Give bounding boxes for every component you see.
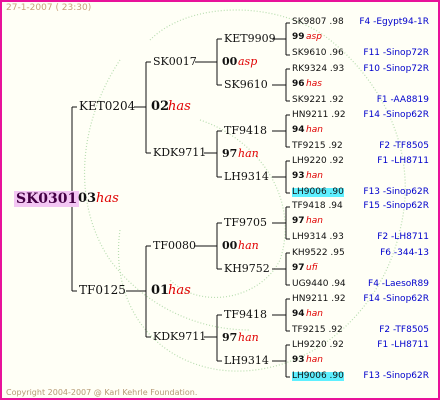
gen4-year: 99 — [292, 32, 305, 42]
dam-id[interactable]: TF0125 — [79, 284, 126, 296]
gen4-dam-line: han — [306, 309, 323, 319]
population-label: F6 -344-13 — [380, 248, 429, 258]
gen3-id[interactable]: TF9705 — [224, 217, 267, 228]
gen2-id[interactable]: KDK9711 — [153, 331, 206, 342]
gen3-id[interactable]: SK9610 — [224, 79, 268, 90]
gen3-year: 00 — [222, 55, 238, 68]
gen3-dam-line: han — [238, 239, 259, 252]
gen4-dam-line: asp — [306, 32, 322, 42]
gen3-id[interactable]: KET9909 — [224, 33, 276, 44]
gen3-id[interactable]: KH9752 — [224, 263, 270, 274]
population-label: F15 -Sinop62R — [363, 201, 429, 211]
gen4-dam-line: ufi — [306, 263, 318, 273]
population-label: F2 -LH8711 — [377, 232, 429, 242]
root-queen-id[interactable]: SK0301 — [14, 191, 80, 207]
root-year: 03 — [78, 191, 97, 206]
gen3-year: 00 — [222, 239, 238, 252]
gen2-id[interactable]: TF0080 — [153, 240, 196, 251]
population-label: F2 -TF8505 — [379, 325, 429, 335]
gen3-year: 97 — [222, 147, 238, 160]
timestamp: 27-1-2007 ( 23:30) — [6, 3, 92, 13]
gen4-year: 94 — [292, 125, 305, 135]
gen4-dam-line: has — [306, 79, 322, 89]
gen4-dam-line: han — [306, 171, 323, 181]
gen2-id[interactable]: SK0017 — [153, 56, 197, 67]
gen4-year: 94 — [292, 309, 305, 319]
gen2-dam-line: has — [168, 283, 191, 298]
population-label: F1 -LH8711 — [377, 156, 429, 166]
gen3-id[interactable]: TF9418 — [224, 125, 267, 136]
copyright-footer: Copyright 2004-2007 @ Karl Kehrle Founda… — [6, 388, 198, 397]
gen4-year: 97 — [292, 216, 305, 226]
gen3-dam-line: han — [238, 147, 259, 160]
gen4-year: 93 — [292, 171, 305, 181]
population-label: F10 -Sinop72R — [363, 64, 429, 74]
population-label: F4 -Egypt94-1R — [359, 17, 429, 27]
population-label: F14 -Sinop62R — [363, 110, 429, 120]
gen2-id[interactable]: KDK9711 — [153, 147, 206, 158]
population-label: F14 -Sinop62R — [363, 294, 429, 304]
gen4-year: 96 — [292, 79, 305, 89]
gen3-dam-line: han — [238, 331, 259, 344]
gen3-id[interactable]: LH9314 — [224, 355, 269, 366]
population-label: F11 -Sinop72R — [363, 48, 429, 58]
gen3-id[interactable]: TF9418 — [224, 309, 267, 320]
population-label: F4 -LaesoR89 — [368, 279, 429, 289]
gen3-year: 97 — [222, 331, 238, 344]
gen4-year: 97 — [292, 263, 305, 273]
gen2-dam-line: has — [168, 99, 191, 114]
population-label: F13 -Sinop62R — [363, 187, 429, 197]
gen2-year: 01 — [151, 283, 170, 298]
population-label: F1 -AA8819 — [376, 95, 429, 105]
population-label: F1 -LH8711 — [377, 340, 429, 350]
sire-id[interactable]: KET0204 — [79, 100, 135, 112]
gen4-year: 93 — [292, 355, 305, 365]
gen3-dam-line: asp — [238, 55, 258, 68]
population-label: F13 -Sinop62R — [363, 371, 429, 381]
gen4-dam-line: han — [306, 125, 323, 135]
gen3-id[interactable]: LH9314 — [224, 171, 269, 182]
gen4-dam-line: han — [306, 355, 323, 365]
gen2-year: 02 — [151, 99, 170, 114]
population-label: F2 -TF8505 — [379, 141, 429, 151]
root-dam-line: has — [96, 191, 119, 206]
gen4-dam-line: han — [306, 216, 323, 226]
